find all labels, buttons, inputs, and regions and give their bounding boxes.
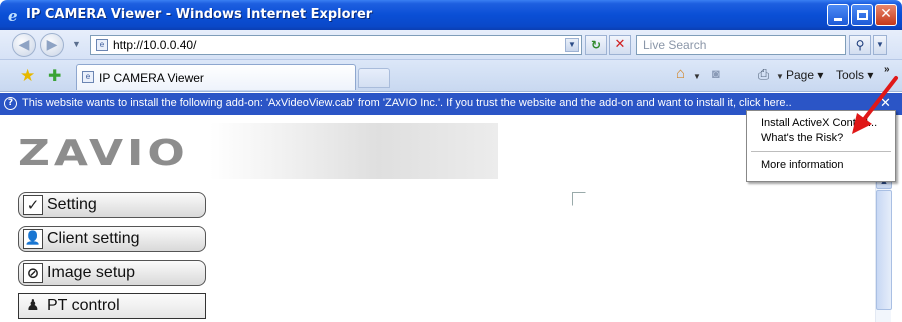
url-dropdown-icon[interactable]: ▼ bbox=[565, 38, 579, 52]
window-title: IP CAMERA Viewer - Windows Internet Expl… bbox=[26, 7, 373, 22]
menu-separator bbox=[751, 151, 891, 152]
home-dropdown-icon[interactable]: ▼ bbox=[693, 72, 701, 81]
stop-button[interactable]: ✕ bbox=[609, 35, 631, 55]
close-infobar-button[interactable]: ✕ bbox=[880, 96, 891, 111]
infobar-context-menu: Install ActiveX Control... What's the Ri… bbox=[746, 110, 896, 182]
vertical-scrollbar[interactable]: ▲ bbox=[875, 173, 892, 322]
image-setup-button[interactable]: ⊘ Image setup bbox=[18, 260, 206, 286]
more-commands-icon[interactable]: » bbox=[884, 64, 890, 75]
maximize-icon bbox=[856, 10, 868, 20]
feeds-icon[interactable]: ◙ bbox=[712, 66, 720, 81]
add-favorites-icon[interactable]: ✚ bbox=[48, 66, 61, 86]
menu-item-install-activex[interactable]: Install ActiveX Control... bbox=[761, 117, 877, 129]
menu-item-more-information[interactable]: More information bbox=[761, 159, 844, 171]
browser-window: e IP CAMERA Viewer - Windows Internet Ex… bbox=[0, 0, 902, 322]
image-setup-label: Image setup bbox=[47, 264, 136, 281]
scroll-thumb[interactable] bbox=[876, 190, 892, 310]
pt-control-button[interactable]: ♟ PT control bbox=[18, 293, 206, 319]
print-icon[interactable]: ⎙ bbox=[758, 66, 769, 83]
zavio-logo: ZAVIO bbox=[18, 133, 189, 174]
menu-item-whats-the-risk[interactable]: What's the Risk? bbox=[761, 132, 843, 144]
title-bar[interactable]: e IP CAMERA Viewer - Windows Internet Ex… bbox=[0, 0, 902, 30]
forward-button[interactable]: ▶ bbox=[40, 33, 64, 57]
tab-ip-camera-viewer[interactable]: e IP CAMERA Viewer bbox=[76, 64, 356, 90]
user-icon: 👤 bbox=[23, 229, 43, 249]
help-icon: ? bbox=[4, 97, 17, 110]
tab-bar: ★ ✚ e IP CAMERA Viewer ⌂ ▼ ◙ ⎙ ▼ Page ▾ … bbox=[0, 60, 902, 92]
ie-logo-icon: e bbox=[8, 7, 18, 25]
url-input[interactable]: e http://10.0.0.40/ ▼ bbox=[90, 35, 582, 55]
setting-label: Setting bbox=[47, 196, 97, 213]
history-dropdown-icon[interactable]: ▼ bbox=[72, 39, 81, 49]
address-bar: ◀ ▶ ▼ e http://10.0.0.40/ ▼ ↻ ✕ Live Sea… bbox=[0, 30, 902, 60]
image-icon: ⊘ bbox=[23, 263, 43, 283]
page-menu-button[interactable]: Page ▾ bbox=[786, 68, 823, 82]
back-button[interactable]: ◀ bbox=[12, 33, 36, 57]
refresh-button[interactable]: ↻ bbox=[585, 35, 607, 55]
minimize-button[interactable] bbox=[827, 4, 849, 26]
tab-favicon-icon: e bbox=[82, 71, 94, 83]
joystick-icon: ♟ bbox=[26, 296, 40, 314]
search-input[interactable]: Live Search bbox=[636, 35, 846, 55]
new-tab-button[interactable] bbox=[358, 68, 390, 88]
print-dropdown-icon[interactable]: ▼ bbox=[776, 72, 784, 81]
page-favicon-icon: e bbox=[96, 39, 108, 51]
tab-label: IP CAMERA Viewer bbox=[99, 71, 204, 85]
url-text: http://10.0.0.40/ bbox=[113, 38, 197, 52]
information-bar-message[interactable]: This website wants to install the follow… bbox=[22, 97, 792, 109]
tools-menu-button[interactable]: Tools ▾ bbox=[836, 68, 873, 82]
check-icon: ✓ bbox=[23, 195, 43, 215]
search-options-icon[interactable]: ▼ bbox=[873, 35, 887, 55]
close-window-button[interactable]: ✕ bbox=[875, 4, 897, 26]
client-setting-label: Client setting bbox=[47, 230, 140, 247]
setting-button[interactable]: ✓ Setting bbox=[18, 192, 206, 218]
search-button[interactable]: ⚲ bbox=[849, 35, 871, 55]
activex-placeholder bbox=[572, 192, 586, 206]
home-icon[interactable]: ⌂ bbox=[676, 65, 685, 82]
minimize-icon bbox=[834, 18, 842, 21]
header-banner: ZAVIO bbox=[18, 123, 498, 179]
pt-control-label: PT control bbox=[47, 297, 120, 314]
client-setting-button[interactable]: 👤 Client setting bbox=[18, 226, 206, 252]
favorites-star-icon[interactable]: ★ bbox=[20, 66, 35, 86]
maximize-button[interactable] bbox=[851, 4, 873, 26]
